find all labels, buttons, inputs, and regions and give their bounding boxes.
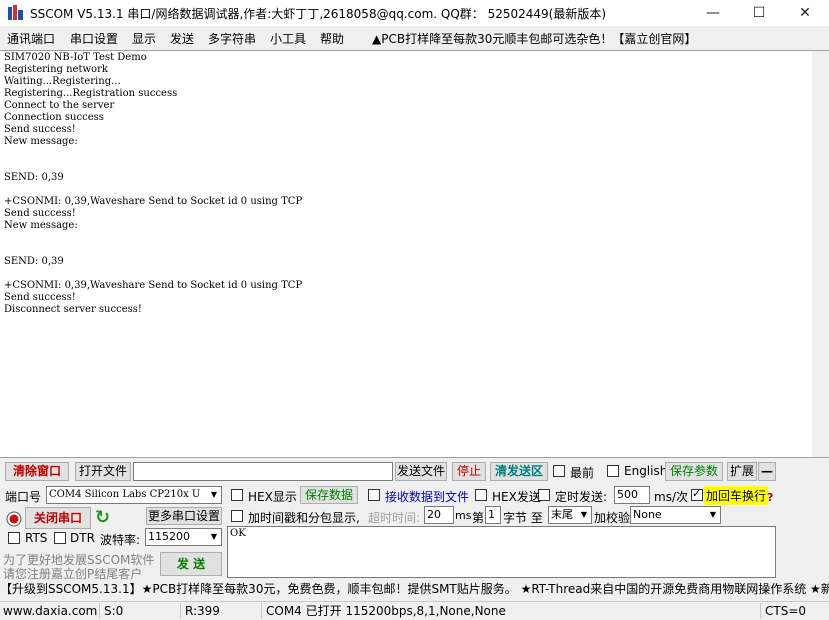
port-select-arrow-icon[interactable]: ▼: [207, 487, 221, 503]
menu-promo-link[interactable]: ▲PCB打样降至每款30元顺丰包邮可选杂色！【嘉立创官网】: [372, 30, 696, 47]
rts-checkbox[interactable]: [8, 532, 20, 544]
stop-button[interactable]: 停止: [452, 462, 486, 481]
send-button[interactable]: 发 送: [160, 552, 222, 576]
timestamp-checkbox[interactable]: [231, 510, 243, 522]
timeout-label: 超时时间:: [368, 511, 421, 525]
timestamp-label: 加时间戳和分包显示,: [248, 511, 360, 525]
save-data-button[interactable]: 保存数据: [300, 486, 358, 504]
save-params-label: 保存参数: [669, 464, 718, 478]
collapse-button[interactable]: —: [758, 462, 776, 481]
status-website[interactable]: www.daxia.com: [0, 603, 100, 619]
menu-multi-string[interactable]: 多字符串: [208, 30, 256, 47]
interval-unit: ms/次: [654, 490, 688, 504]
english-label: English: [624, 464, 668, 478]
hex-send-checkbox[interactable]: [475, 489, 487, 501]
send-text: OK: [230, 528, 246, 539]
app-icon: [8, 5, 24, 21]
byte-end-arrow-icon[interactable]: ▼: [577, 507, 591, 523]
receive-text: SIM7020 NB-IoT Test Demo Registering net…: [4, 52, 303, 315]
status-cts: CTS=0: [765, 604, 807, 618]
minimize-button[interactable]: —: [690, 0, 736, 26]
receive-to-file-label: 接收数据到文件: [385, 488, 469, 505]
menu-tools[interactable]: 小工具: [270, 30, 306, 47]
maximize-button[interactable]: ☐: [736, 0, 782, 26]
clear-window-button[interactable]: 清除窗口: [5, 462, 69, 481]
clear-send-area-button[interactable]: 清发送区: [490, 462, 548, 481]
window-title: SSCOM V5.13.1 串口/网络数据调试器,作者:大虾丁丁,2618058…: [30, 7, 607, 21]
send-button-label: 发 送: [176, 557, 206, 571]
open-file-button[interactable]: 打开文件: [75, 462, 131, 481]
refresh-ports-icon[interactable]: ↻: [95, 508, 113, 528]
english-checkbox[interactable]: [607, 465, 619, 477]
menu-port-settings[interactable]: 串口设置: [70, 30, 118, 47]
append-crlf-label: 加回车换行: [704, 486, 769, 505]
hex-send-label: HEX发送: [492, 490, 541, 504]
topmost-checkbox[interactable]: [553, 465, 565, 477]
timeout-input[interactable]: 20: [424, 506, 454, 524]
menu-help[interactable]: 帮助: [320, 30, 344, 47]
topmost-label: 最前: [570, 466, 595, 480]
save-params-button[interactable]: 保存参数: [665, 462, 723, 481]
close-button[interactable]: ✕: [782, 0, 828, 26]
more-port-settings-button[interactable]: 更多串口设置: [146, 507, 222, 525]
status-port-info: COM4 已打开 115200bps,8,1,None,None: [263, 603, 761, 619]
promo-ticker[interactable]: 【升级到SSCOM5.13.1】★PCB打样降至每款30元，免费色费，顺丰包邮！…: [0, 580, 829, 599]
hex-display-label: HEX显示: [248, 490, 297, 504]
send-file-button[interactable]: 发送文件: [395, 462, 447, 481]
clear-window-label: 清除窗口: [12, 464, 61, 478]
dtr-checkbox[interactable]: [54, 532, 66, 544]
port-select[interactable]: COM4 Silicon Labs CP210x U: [46, 486, 222, 504]
file-path-input[interactable]: [133, 462, 393, 481]
port-label: 端口号: [5, 490, 42, 504]
receive-to-file-text: 接收数据到文件: [385, 490, 470, 504]
save-data-label: 保存数据: [304, 488, 353, 502]
dtr-label: DTR: [70, 531, 95, 545]
timed-send-checkbox[interactable]: [538, 489, 550, 501]
port-status-light-icon: [6, 511, 22, 527]
timed-send-label: 定时发送:: [555, 490, 608, 504]
byte-start-input[interactable]: 1: [485, 506, 501, 524]
timeout-unit: ms: [455, 509, 472, 522]
baud-label: 波特率:: [100, 533, 141, 547]
close-port-label: 关闭串口: [33, 511, 82, 525]
menu-display[interactable]: 显示: [132, 30, 156, 47]
clear-send-area-label: 清发送区: [494, 464, 543, 478]
status-sent-count: S:0: [101, 603, 181, 619]
interval-input[interactable]: 500: [614, 486, 650, 504]
baud-select-arrow-icon[interactable]: ▼: [207, 529, 221, 545]
checksum-arrow-icon[interactable]: ▼: [706, 507, 720, 523]
rts-label: RTS: [25, 531, 48, 545]
close-port-button[interactable]: 关闭串口: [25, 507, 91, 529]
menu-send[interactable]: 发送: [170, 30, 194, 47]
append-crlf-checkbox[interactable]: [691, 487, 703, 501]
receive-to-file-checkbox[interactable]: [368, 489, 380, 501]
status-received-count: R:399: [182, 603, 262, 619]
menu-comm-port[interactable]: 通讯端口: [7, 30, 55, 47]
send-text-area[interactable]: [227, 526, 776, 578]
checksum-label: 加校验: [594, 511, 631, 525]
stop-label: 停止: [456, 464, 481, 478]
expand-button[interactable]: 扩展: [727, 462, 757, 481]
byte-prefix-label: 第: [472, 511, 485, 525]
hex-display-checkbox[interactable]: [231, 489, 243, 501]
help-icon[interactable]: ?: [767, 491, 773, 504]
byte-to-label: 字节 至: [503, 511, 543, 525]
receive-scrollbar[interactable]: [812, 51, 829, 457]
